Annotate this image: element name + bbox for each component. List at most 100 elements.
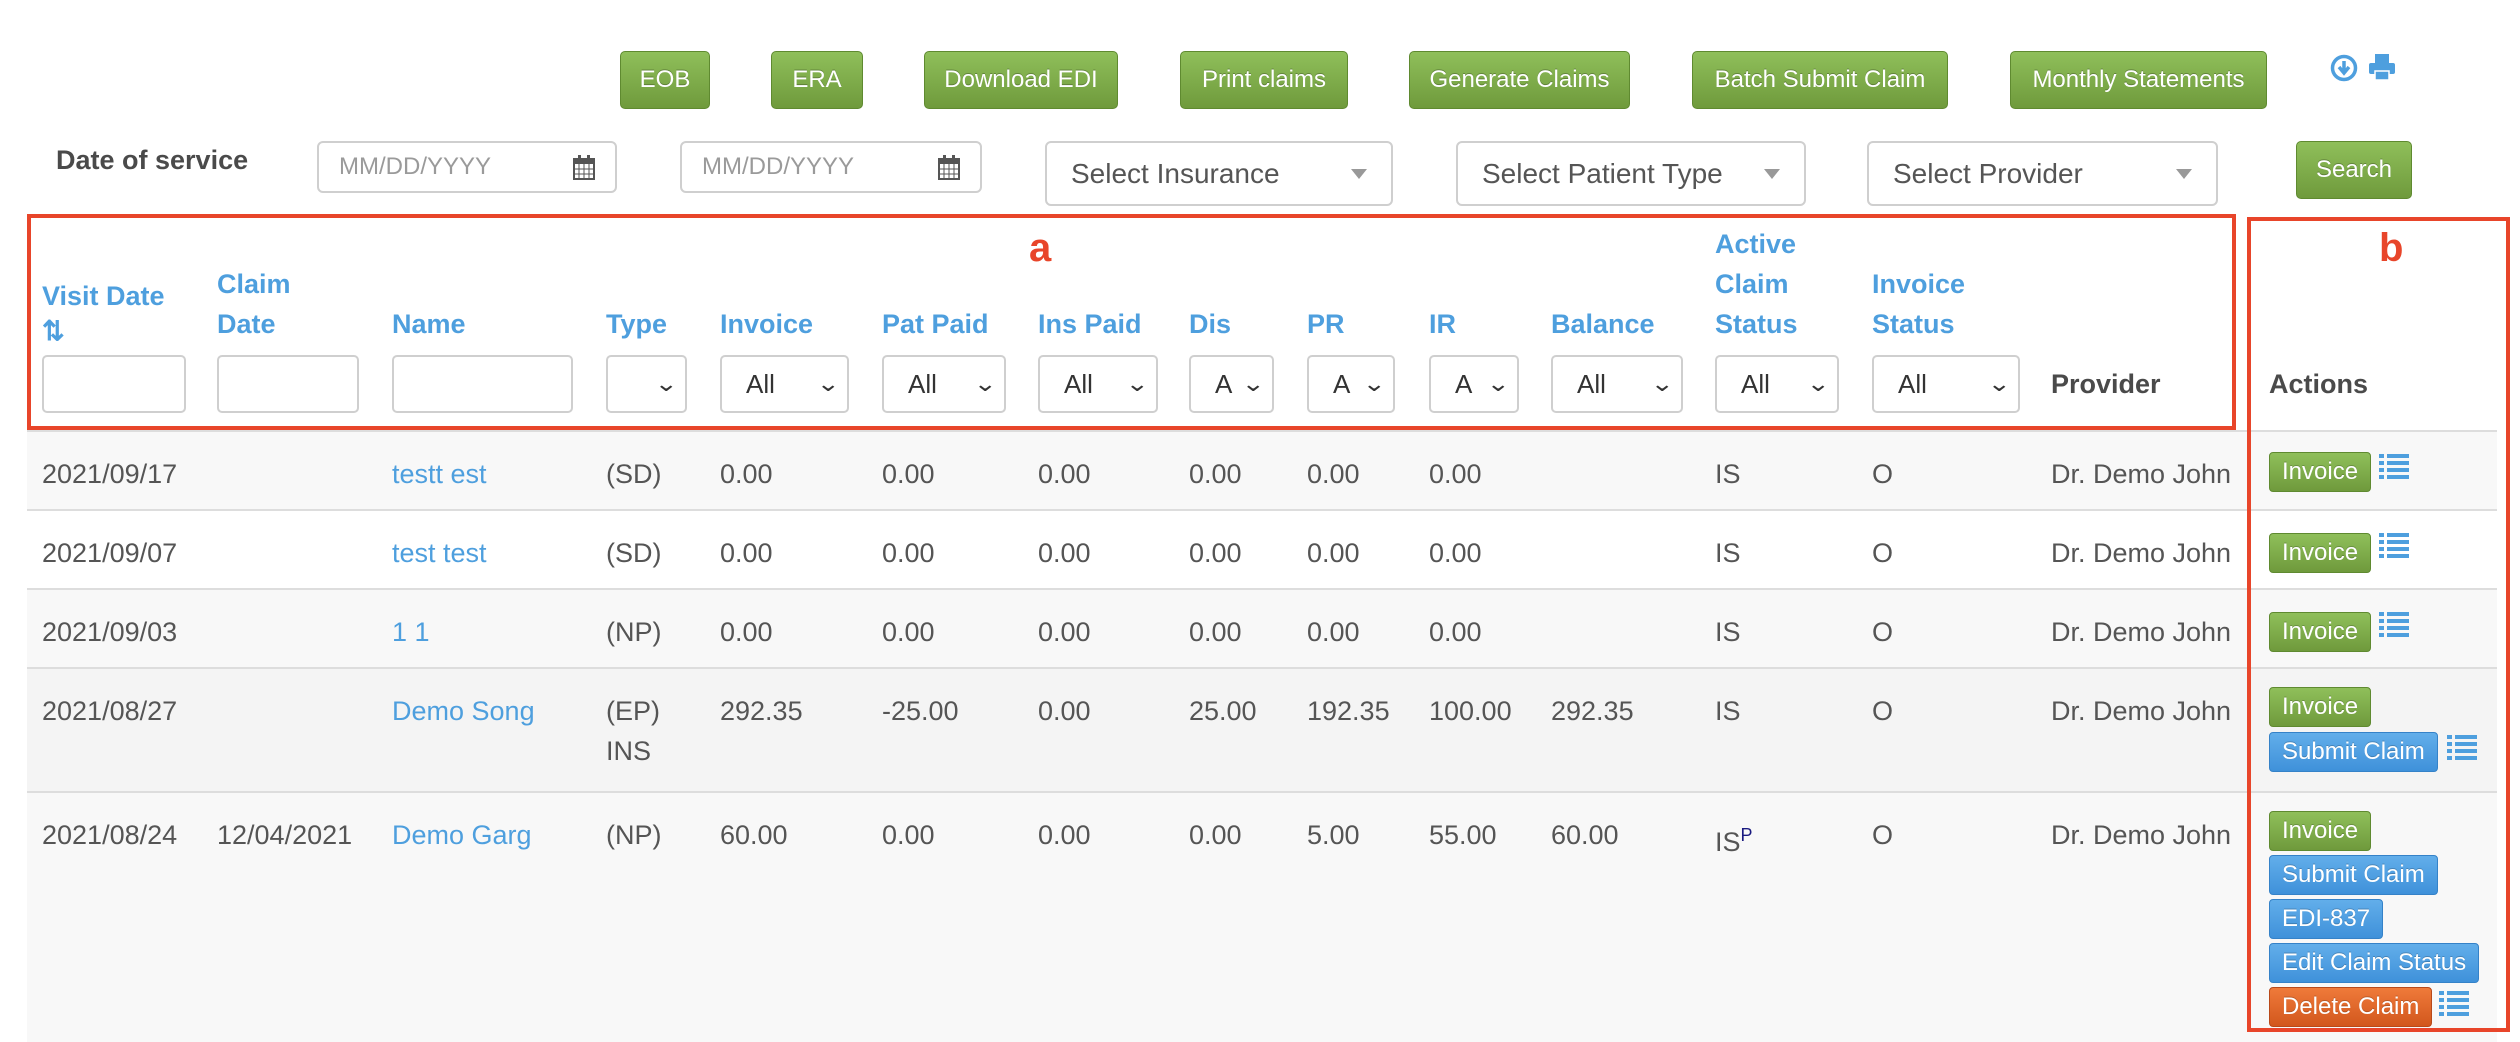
- annotation-label-a: a: [1029, 226, 1052, 270]
- dis: 0.00: [1189, 538, 1242, 568]
- visit-date: 2021/08/27: [42, 696, 178, 726]
- type: (NP): [606, 617, 662, 647]
- invoice-status: O: [1872, 820, 1894, 850]
- ins-paid: 0.00: [1038, 617, 1091, 647]
- pat-paid: 0.00: [882, 820, 935, 850]
- dis: 0.00: [1189, 617, 1242, 647]
- caret-down-icon: [1764, 168, 1780, 179]
- print-claims-button[interactable]: Print claims: [1180, 51, 1348, 109]
- patient-type-select[interactable]: Select Patient Type: [1456, 141, 1806, 206]
- pat-paid: 0.00: [882, 459, 935, 489]
- calendar-icon[interactable]: [938, 154, 960, 180]
- visit-date: 2021/09/07: [42, 538, 178, 568]
- caret-down-icon: [1351, 168, 1367, 179]
- ir: 0.00: [1429, 538, 1482, 568]
- invoice: 0.00: [720, 538, 773, 568]
- visit-date: 2021/09/17: [42, 459, 178, 489]
- annotation-label-b: b: [2379, 226, 2404, 270]
- type-secondary: INS: [606, 736, 652, 766]
- pat-paid: 0.00: [882, 538, 935, 568]
- active-claim-status: IS: [1715, 538, 1741, 568]
- date-to-input[interactable]: MM/DD/YYYY: [680, 141, 982, 193]
- invoice: 0.00: [720, 459, 773, 489]
- dis: 0.00: [1189, 820, 1242, 850]
- type: (SD): [606, 459, 662, 489]
- invoice-status: O: [1872, 696, 1894, 726]
- caret-down-icon: [2176, 168, 2192, 179]
- date-from-input[interactable]: MM/DD/YYYY: [317, 141, 617, 193]
- table-row: 2021/08/27 Demo Song (EP) INS 292.35 -25…: [27, 667, 2497, 791]
- calendar-icon[interactable]: [573, 154, 595, 180]
- active-claim-status: IS: [1715, 617, 1741, 647]
- balance: 292.35: [1551, 696, 1634, 726]
- invoice-status: O: [1872, 459, 1894, 489]
- table-row: 2021/09/17 testt est (SD) 0.00 0.00 0.00…: [27, 430, 2497, 509]
- pending-superscript: P: [1740, 825, 1753, 845]
- active-claim-status-value: IS: [1715, 827, 1741, 857]
- patient-name-link[interactable]: Demo Garg: [392, 815, 532, 855]
- invoice-status: O: [1872, 538, 1894, 568]
- ir: 100.00: [1429, 696, 1512, 726]
- pr: 0.00: [1307, 617, 1360, 647]
- active-claim-status: IS: [1715, 696, 1741, 726]
- ins-paid: 0.00: [1038, 696, 1091, 726]
- dis: 25.00: [1189, 696, 1257, 726]
- visit-date: 2021/08/24: [42, 820, 178, 850]
- ir: 0.00: [1429, 459, 1482, 489]
- ins-paid: 0.00: [1038, 820, 1091, 850]
- era-button[interactable]: ERA: [771, 51, 863, 109]
- annotation-box-a: [27, 214, 2236, 430]
- eob-button[interactable]: EOB: [620, 51, 710, 109]
- dis: 0.00: [1189, 459, 1242, 489]
- ir: 55.00: [1429, 820, 1497, 850]
- print-icon[interactable]: [2367, 52, 2397, 82]
- pr: 192.35: [1307, 696, 1390, 726]
- invoice: 0.00: [720, 617, 773, 647]
- provider-select[interactable]: Select Provider: [1867, 141, 2218, 206]
- patient-name-link[interactable]: test test: [392, 533, 487, 573]
- date-from-placeholder: MM/DD/YYYY: [339, 153, 492, 180]
- provider: Dr. Demo John: [2051, 459, 2232, 489]
- pr: 5.00: [1307, 820, 1360, 850]
- pr: 0.00: [1307, 459, 1360, 489]
- balance: 60.00: [1551, 820, 1619, 850]
- claim-date: 12/04/2021: [217, 820, 353, 850]
- date-to-placeholder: MM/DD/YYYY: [702, 153, 855, 180]
- invoice: 60.00: [720, 820, 788, 850]
- pr: 0.00: [1307, 538, 1360, 568]
- type: (EP): [606, 696, 660, 726]
- type: (SD): [606, 538, 662, 568]
- invoice-status: O: [1872, 617, 1894, 647]
- insurance-select-value: Select Insurance: [1071, 157, 1280, 189]
- visit-date: 2021/09/03: [42, 617, 178, 647]
- active-claim-status: ISP: [1715, 815, 1753, 862]
- invoice: 292.35: [720, 696, 803, 726]
- monthly-statements-button[interactable]: Monthly Statements: [2010, 51, 2267, 109]
- generate-claims-button[interactable]: Generate Claims: [1409, 51, 1630, 109]
- ir: 0.00: [1429, 617, 1482, 647]
- type: (NP): [606, 820, 662, 850]
- search-button[interactable]: Search: [2296, 141, 2412, 199]
- download-edi-button[interactable]: Download EDI: [924, 51, 1118, 109]
- patient-name-link[interactable]: testt est: [392, 454, 487, 494]
- date-of-service-label: Date of service: [56, 145, 249, 175]
- active-claim-status: IS: [1715, 459, 1741, 489]
- table-row: 2021/09/03 1 1 (NP) 0.00 0.00 0.00 0.00 …: [27, 588, 2497, 667]
- table-row: 2021/08/24 12/04/2021 Demo Garg (NP) 60.…: [27, 791, 2497, 1042]
- batch-submit-claim-button[interactable]: Batch Submit Claim: [1692, 51, 1948, 109]
- pat-paid: 0.00: [882, 617, 935, 647]
- patient-name-link[interactable]: 1 1: [392, 612, 430, 652]
- ins-paid: 0.00: [1038, 459, 1091, 489]
- annotation-box-b: [2247, 217, 2510, 1032]
- patient-type-select-value: Select Patient Type: [1482, 157, 1723, 189]
- provider: Dr. Demo John: [2051, 617, 2232, 647]
- insurance-select[interactable]: Select Insurance: [1045, 141, 1393, 206]
- ins-paid: 0.00: [1038, 538, 1091, 568]
- download-circle-icon[interactable]: [2330, 54, 2358, 82]
- provider-select-value: Select Provider: [1893, 157, 2083, 189]
- provider: Dr. Demo John: [2051, 820, 2232, 850]
- patient-name-link[interactable]: Demo Song: [392, 691, 535, 731]
- provider: Dr. Demo John: [2051, 696, 2232, 726]
- pat-paid: -25.00: [882, 696, 959, 726]
- provider: Dr. Demo John: [2051, 538, 2232, 568]
